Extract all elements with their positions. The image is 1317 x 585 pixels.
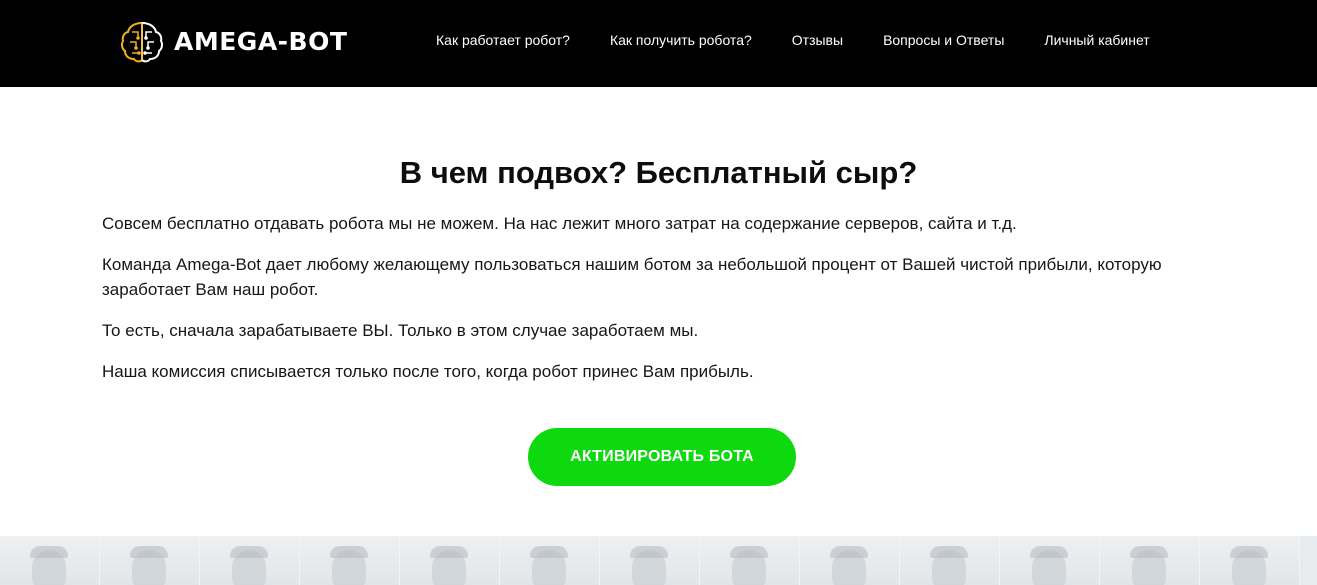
- face-photo: [100, 536, 200, 585]
- face-photo: [1000, 536, 1100, 585]
- face-photo: [200, 536, 300, 585]
- section-title: В чем подвох? Бесплатный сыр?: [399, 155, 918, 190]
- face-photo: [900, 536, 1000, 585]
- faq-section: В чем подвох? Бесплатный сыр? Совсем бес…: [0, 87, 1317, 536]
- logo[interactable]: AMEGA-BOT: [120, 17, 347, 65]
- section-body: Совсем бесплатно отдавать робота мы не м…: [102, 211, 1202, 400]
- site-header: AMEGA-BOT Как работает робот? Как получи…: [0, 0, 1317, 87]
- paragraph: Команда Amega-Bot дает любому желающему …: [102, 255, 1162, 299]
- face-photo: [500, 536, 600, 585]
- faces-row: [0, 536, 1317, 585]
- face-photo: [700, 536, 800, 585]
- face-photo: [1100, 536, 1200, 585]
- paragraph: То есть, сначала зарабатываете ВЫ. Тольк…: [102, 321, 699, 340]
- testimonial-faces-strip: [0, 536, 1317, 585]
- brain-circuit-icon: [120, 18, 164, 64]
- nav-faq[interactable]: Вопросы и Ответы: [883, 32, 1004, 48]
- main-nav: Как работает робот? Как получить робота?…: [436, 31, 1150, 49]
- nav-account[interactable]: Личный кабинет: [1044, 32, 1149, 48]
- nav-how-to-get[interactable]: Как получить робота?: [610, 32, 752, 48]
- face-photo: [1200, 536, 1300, 585]
- paragraph: Совсем бесплатно отдавать робота мы не м…: [102, 214, 1017, 233]
- face-photo: [800, 536, 900, 585]
- logo-text: AMEGA-BOT: [174, 26, 348, 56]
- nav-how-it-works[interactable]: Как работает робот?: [436, 32, 570, 48]
- face-photo: [400, 536, 500, 585]
- face-photo: [600, 536, 700, 585]
- activate-bot-button[interactable]: АКТИВИРОВАТЬ БОТА: [528, 428, 796, 486]
- face-photo: [300, 536, 400, 585]
- face-photo: [0, 536, 100, 585]
- nav-reviews[interactable]: Отзывы: [792, 32, 843, 48]
- paragraph: Наша комиссия списывается только после т…: [102, 362, 754, 381]
